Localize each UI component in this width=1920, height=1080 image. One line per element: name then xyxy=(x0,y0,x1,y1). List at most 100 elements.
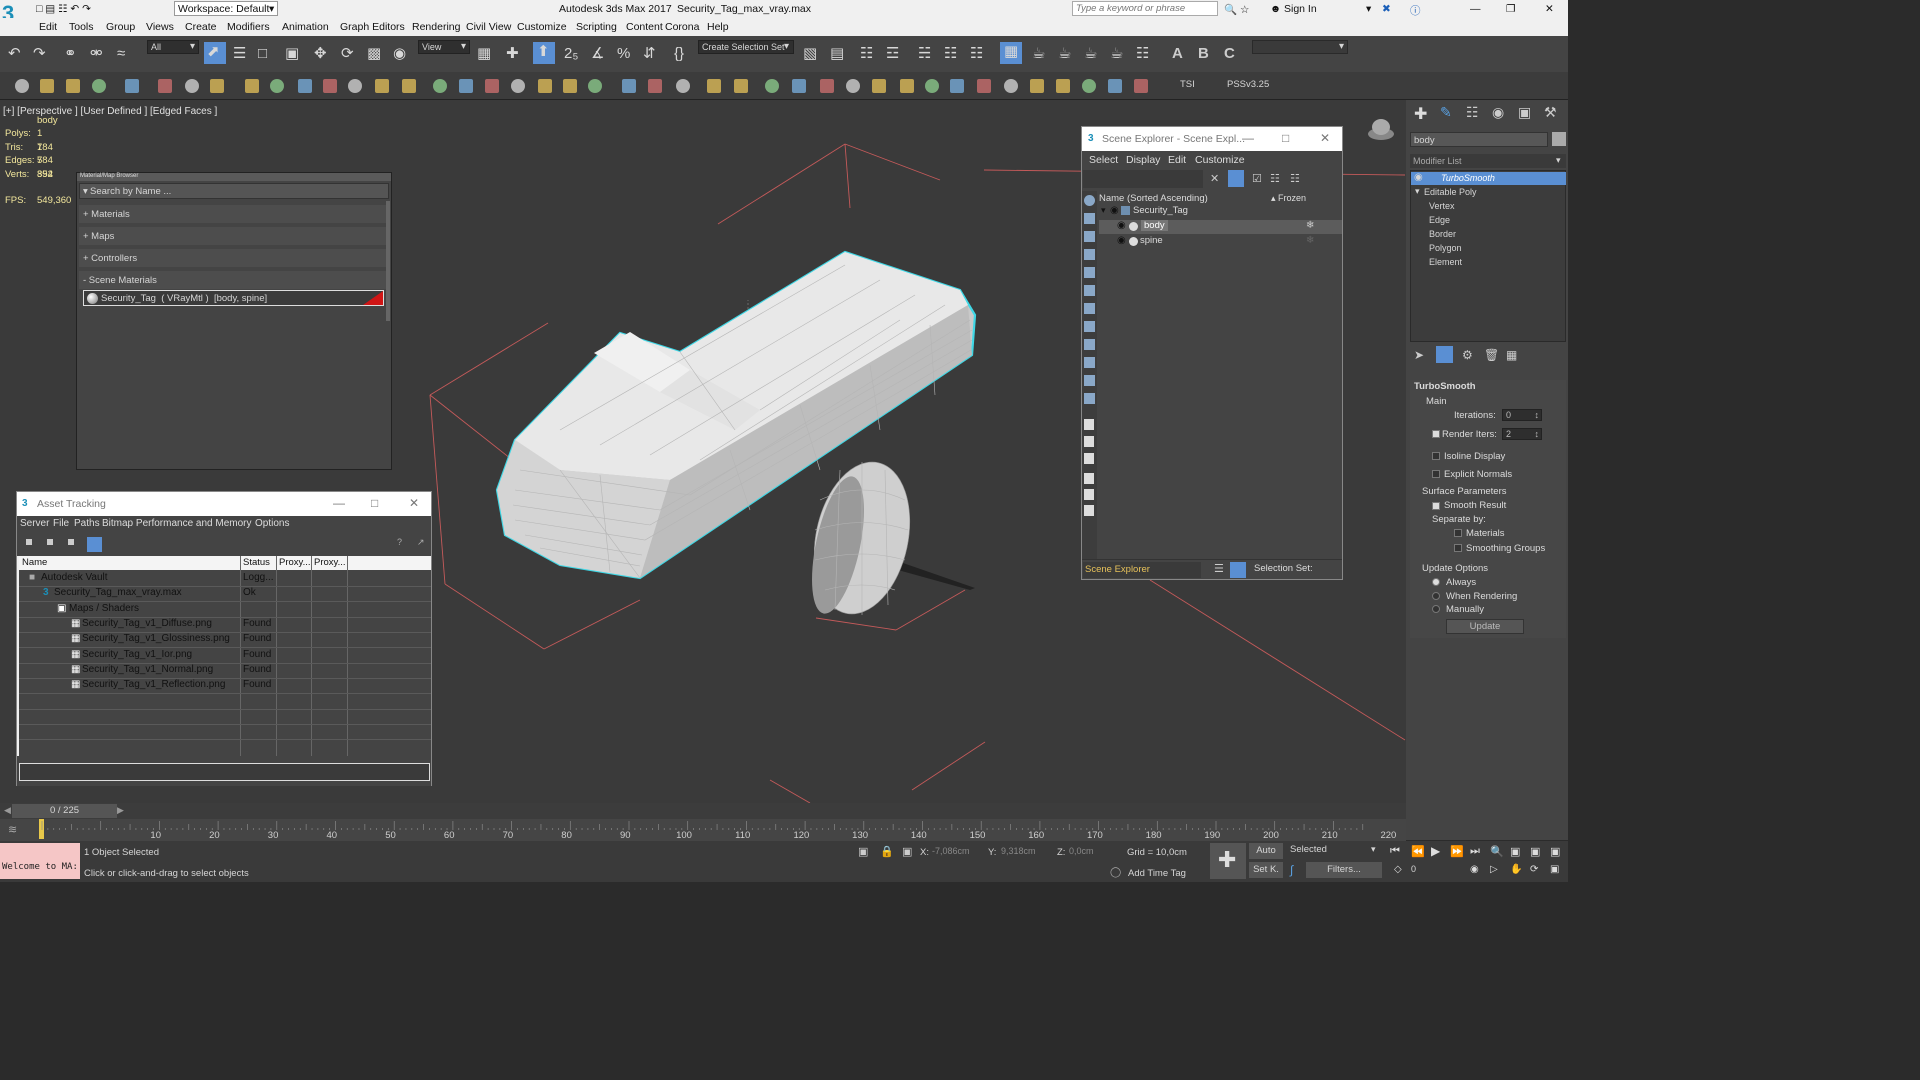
minimize-button[interactable]: — xyxy=(1470,3,1481,15)
quick-access-icons[interactable]: □ ▤ ☷ ↶ ↷ xyxy=(36,3,91,15)
modifier-list-dropdown[interactable]: Modifier List ▾ xyxy=(1410,154,1566,168)
sign-in-button[interactable]: Sign In xyxy=(1284,3,1317,15)
select-object-button[interactable]: ⬈ xyxy=(204,42,226,64)
table-row[interactable]: ▣ Maps / Shaders xyxy=(19,602,431,617)
col-name-header[interactable]: Name (Sorted Ascending) xyxy=(1099,193,1208,204)
scene-material-item[interactable]: Security_Tag ( VRayMtl ) [body, spine] xyxy=(83,290,384,306)
menu-corona[interactable]: Corona xyxy=(665,21,699,33)
stack-item-border[interactable]: Border xyxy=(1411,228,1566,241)
tree-item-body[interactable]: ◉ body ❄ xyxy=(1099,220,1342,234)
toolbar-tool-icon[interactable] xyxy=(1056,79,1070,93)
redo-icon[interactable]: ↷ xyxy=(33,44,46,64)
place-icon[interactable]: ◉ xyxy=(393,44,406,64)
bind-spacewarp-icon[interactable]: ≈ xyxy=(117,44,125,64)
search-icons[interactable]: 🔍 ☆ xyxy=(1224,3,1249,16)
toolbar-tool-icon[interactable] xyxy=(125,79,139,93)
menu-civil-view[interactable]: Civil View xyxy=(466,21,511,33)
configure-sets-icon[interactable]: ▦ xyxy=(1506,348,1517,362)
maximize-button[interactable]: ❐ xyxy=(1506,3,1515,15)
text-b-icon[interactable]: B xyxy=(1198,44,1209,64)
activeshade-icon[interactable]: ☕ xyxy=(1110,44,1123,64)
menu-create[interactable]: Create xyxy=(185,21,217,33)
toolbar-tool-icon[interactable] xyxy=(734,79,748,93)
absolute-mode-icon[interactable]: ▣ xyxy=(902,845,912,858)
menu-display[interactable]: Display xyxy=(1126,154,1160,166)
text-a-icon[interactable]: A xyxy=(1172,44,1183,64)
scale-icon[interactable]: ▩ xyxy=(367,44,381,64)
menu-file[interactable]: File xyxy=(53,518,69,529)
toolbar-tool-icon[interactable] xyxy=(1030,79,1044,93)
toolbar-icon[interactable] xyxy=(26,539,32,545)
time-slider-thumb[interactable]: 0 / 225 xyxy=(12,804,117,818)
toolbar-tool-icon[interactable] xyxy=(511,79,525,93)
maxscript-listener[interactable] xyxy=(0,843,80,879)
toolbar-tool-icon[interactable] xyxy=(588,79,602,93)
toolbar-tool-icon[interactable] xyxy=(158,79,172,93)
selection-filter-dropdown[interactable]: All ▾ xyxy=(147,40,199,54)
filter-icon[interactable] xyxy=(1228,170,1244,187)
menu-help[interactable]: Help xyxy=(707,21,729,33)
z-coord-field[interactable]: 0,0cm xyxy=(1067,844,1119,859)
close-button[interactable]: ✕ xyxy=(409,496,419,510)
separate-materials-checkbox[interactable] xyxy=(1454,529,1462,537)
ribbon-icon[interactable]: ☲ xyxy=(886,44,899,64)
pivot-icon[interactable]: ▦ xyxy=(477,44,491,64)
set-key-mode-button[interactable]: Set K. xyxy=(1249,862,1283,878)
col-name[interactable]: Name xyxy=(22,557,47,568)
time-tag-icon[interactable]: ◯ xyxy=(1110,867,1121,878)
zoom-all-icon[interactable]: ▣ xyxy=(1510,845,1520,858)
key-mode-icon[interactable]: ◉ xyxy=(1470,864,1479,875)
menu-edit[interactable]: Edit xyxy=(1168,154,1186,166)
toolbar-tool-icon[interactable] xyxy=(433,79,447,93)
explicit-normals-checkbox[interactable] xyxy=(1432,470,1440,478)
menu-rendering[interactable]: Rendering xyxy=(412,21,460,33)
toolbar-tool-icon[interactable] xyxy=(270,79,284,93)
toolbar-tool-icon[interactable] xyxy=(1134,79,1148,93)
explorer-name-field[interactable]: Scene Explorer xyxy=(1083,562,1201,578)
help-icon[interactable]: ⓘ xyxy=(1410,3,1421,18)
viewport-label[interactable]: [+] [Perspective ] [User Defined ] [Edge… xyxy=(3,106,217,117)
isoline-checkbox[interactable] xyxy=(1432,452,1440,460)
toolbar-icon[interactable] xyxy=(68,539,74,545)
table-row[interactable]: ▦ Security_Tag_v1_Diffuse.png Found xyxy=(19,617,431,632)
menu-views[interactable]: Views xyxy=(146,21,174,33)
toolbar-tool-icon[interactable] xyxy=(323,79,337,93)
menu-paths[interactable]: Paths xyxy=(74,518,100,529)
toolbar-tool-icon[interactable] xyxy=(538,79,552,93)
show-end-result-icon[interactable] xyxy=(1436,346,1453,363)
menu-customize[interactable]: Customize xyxy=(517,21,567,33)
layers-icon[interactable]: ☰ xyxy=(1214,562,1224,575)
layer-icon[interactable]: ☷ xyxy=(1290,172,1300,185)
iterations-spinner[interactable]: 0 ↕ xyxy=(1502,409,1542,421)
toolbar-tool-icon[interactable] xyxy=(792,79,806,93)
toolbar-tool-icon[interactable] xyxy=(1082,79,1096,93)
toolbar-tool-icon[interactable] xyxy=(348,79,362,93)
motion-tab-icon[interactable]: ◉ xyxy=(1492,104,1504,121)
edit-named-sets-icon[interactable]: {} xyxy=(674,44,684,64)
menu-graph-editors[interactable]: Graph Editors xyxy=(340,21,405,33)
stack-item-element[interactable]: Element xyxy=(1411,256,1566,269)
toolbar-tool-icon[interactable] xyxy=(298,79,312,93)
tsi-label[interactable]: TSI xyxy=(1180,79,1195,90)
col-proxy-1[interactable]: Proxy... xyxy=(279,557,311,568)
undo-icon[interactable]: ↶ xyxy=(8,44,21,64)
toolbar-tool-icon[interactable] xyxy=(40,79,54,93)
group-scene-materials[interactable]: - Scene Materials xyxy=(79,271,389,289)
material-search-input[interactable]: ▾ Search by Name ... xyxy=(79,183,389,199)
col-proxy-2[interactable]: Proxy... xyxy=(314,557,346,568)
group-materials[interactable]: + Materials xyxy=(79,205,389,223)
toolbar-tool-icon[interactable] xyxy=(402,79,416,93)
toolbar-tool-icon[interactable] xyxy=(707,79,721,93)
select-by-name-icon[interactable]: ☰ xyxy=(233,44,246,64)
group-maps[interactable]: + Maps xyxy=(79,227,389,245)
toolbar-tool-icon[interactable] xyxy=(245,79,259,93)
toolbar-tool-icon[interactable] xyxy=(185,79,199,93)
prev-key-icon[interactable]: ⏪ xyxy=(1411,845,1425,858)
render-iters-checkbox[interactable] xyxy=(1432,430,1440,438)
auto-key-button[interactable]: Auto xyxy=(1249,843,1283,859)
minimize-button[interactable]: — xyxy=(1242,131,1254,145)
toolbar-tool-icon[interactable] xyxy=(950,79,964,93)
toolbar-tool-icon[interactable] xyxy=(765,79,779,93)
orbit-icon[interactable]: ⟳ xyxy=(1530,864,1538,875)
filters-button[interactable]: Filters... xyxy=(1306,862,1382,878)
